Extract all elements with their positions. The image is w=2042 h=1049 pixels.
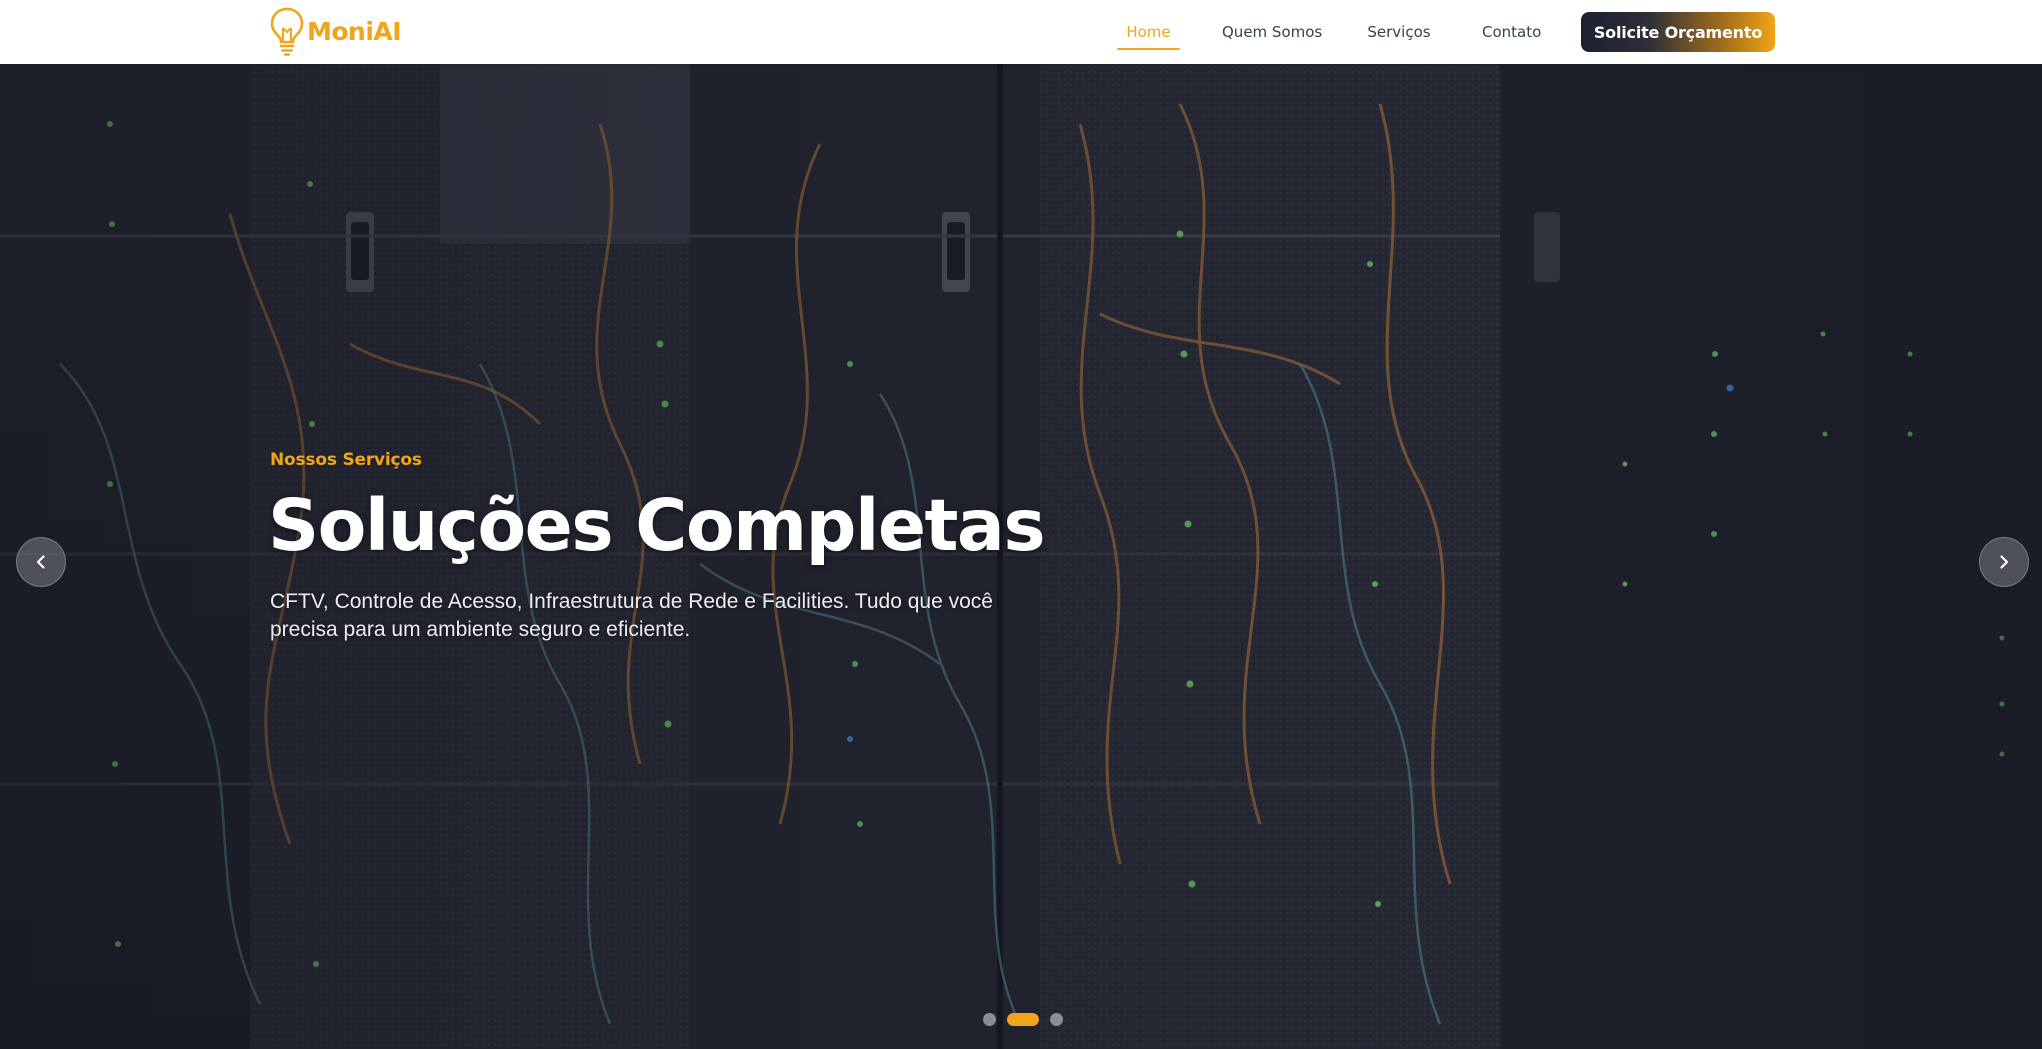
carousel-dot-3[interactable] <box>1050 1013 1063 1026</box>
nav-home[interactable]: Home <box>1117 20 1180 50</box>
hero-description: CFTV, Controle de Acesso, Infraestrutura… <box>270 590 993 641</box>
carousel-next-button[interactable] <box>1979 537 2029 587</box>
carousel-dot-1[interactable] <box>983 1013 996 1026</box>
hero-title: Soluções Completas <box>268 484 1046 567</box>
nav-contato[interactable]: Contato <box>1482 20 1541 50</box>
lightbulb-icon <box>270 7 304 56</box>
chevron-left-icon <box>36 555 45 569</box>
nav-servicos[interactable]: Serviços <box>1367 20 1431 50</box>
hero-carousel: Nossos Serviços Soluções Completas CFTV,… <box>0 64 2042 1049</box>
carousel-prev-button[interactable] <box>16 537 66 587</box>
nav-quem-somos[interactable]: Quem Somos <box>1222 20 1322 50</box>
request-quote-button[interactable]: Solicite Orçamento <box>1581 12 1775 52</box>
hero-eyebrow: Nossos Serviços <box>270 450 422 470</box>
site-header: MoniAI Home Quem Somos Serviços Contato … <box>0 0 2042 64</box>
logo[interactable]: MoniAI <box>268 6 402 56</box>
logo-text: MoniAI <box>307 16 402 46</box>
chevron-right-icon <box>2000 555 2009 569</box>
carousel-indicators <box>0 1013 2042 1027</box>
carousel-dot-2-active[interactable] <box>1007 1013 1039 1026</box>
